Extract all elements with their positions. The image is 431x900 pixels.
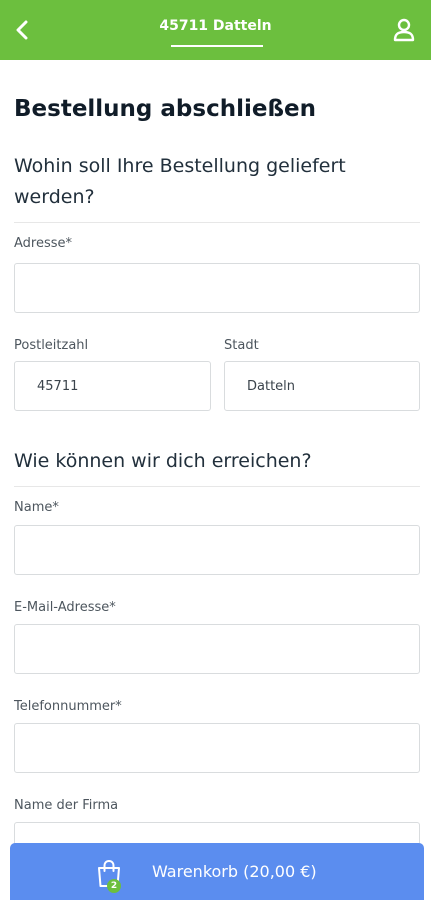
page-title: Bestellung abschließen [14,96,316,122]
delivery-heading: Wohin soll Ihre Bestellung geliefert wer… [14,155,346,208]
divider [14,486,420,487]
top-app-bar: 45711 Datteln [0,0,431,60]
email-label: E-Mail-Adresse* [14,600,116,615]
account-button[interactable] [391,16,417,44]
address-input[interactable] [14,263,420,313]
name-input[interactable] [14,525,420,575]
name-label: Name* [14,500,59,515]
phone-label: Telefonnummer* [14,699,122,714]
postal-code-input[interactable] [14,361,211,411]
location-underline [171,45,263,47]
email-input[interactable] [14,624,420,674]
cart-label: Warenkorb (20,00 €) [152,862,317,881]
city-input[interactable] [224,361,420,411]
divider [14,222,420,223]
city-label: Stadt [224,338,259,353]
location-selector[interactable]: 45711 Datteln [0,18,431,34]
postal-code-label: Postleitzahl [14,338,89,353]
address-label: Adresse* [14,236,73,251]
phone-input[interactable] [14,723,420,773]
cart-count-badge: 2 [107,879,121,893]
company-label: Name der Firma [14,798,119,813]
contact-heading: Wie können wir dich erreichen? [14,450,312,472]
user-icon [393,18,415,42]
